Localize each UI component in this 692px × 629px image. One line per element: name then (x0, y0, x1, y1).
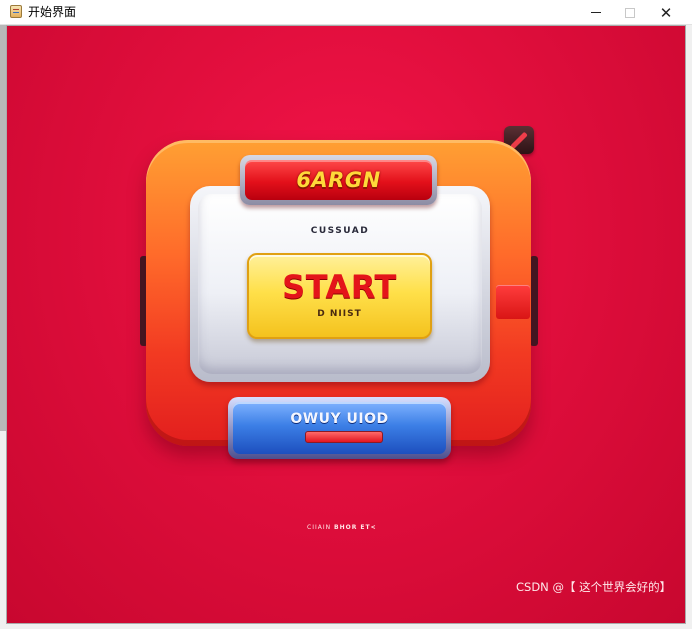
frame-side-tab-right (530, 256, 538, 346)
footer-caption-right: BHOR ET< (334, 524, 377, 531)
secondary-button-bar (305, 431, 383, 443)
screen-label: CUSSUAD (310, 226, 370, 236)
watermark: CSDN @【 这个世界会好的】 (516, 580, 672, 594)
window-right-edge (685, 25, 692, 629)
frame-right-lip (496, 285, 530, 319)
window-title: 开始界面 (28, 5, 77, 19)
close-button[interactable]: ✕ (648, 0, 684, 25)
footer-caption-left: CIIAIN (307, 524, 332, 531)
secondary-button[interactable]: OWUY UIOD (228, 397, 451, 459)
footer-caption: CIIAIN BHOR ET< (307, 524, 377, 531)
secondary-button-face: OWUY UIOD (233, 402, 446, 454)
maximize-button[interactable] (612, 0, 648, 25)
secondary-button-label: OWUY UIOD (290, 411, 389, 427)
header-title: 6ARGN (296, 168, 381, 192)
java-app-icon (10, 5, 22, 18)
start-button-label: START (282, 268, 397, 306)
header-banner-inner: 6ARGN (245, 160, 432, 200)
window-left-edge (0, 25, 7, 431)
start-button-sublabel: D NIIST (317, 309, 362, 319)
window-titlebar: 开始界面 ✕ (0, 0, 692, 25)
start-button[interactable]: START D NIIST (247, 253, 432, 339)
minimize-button[interactable] (578, 0, 614, 25)
header-banner: 6ARGN (240, 155, 437, 205)
